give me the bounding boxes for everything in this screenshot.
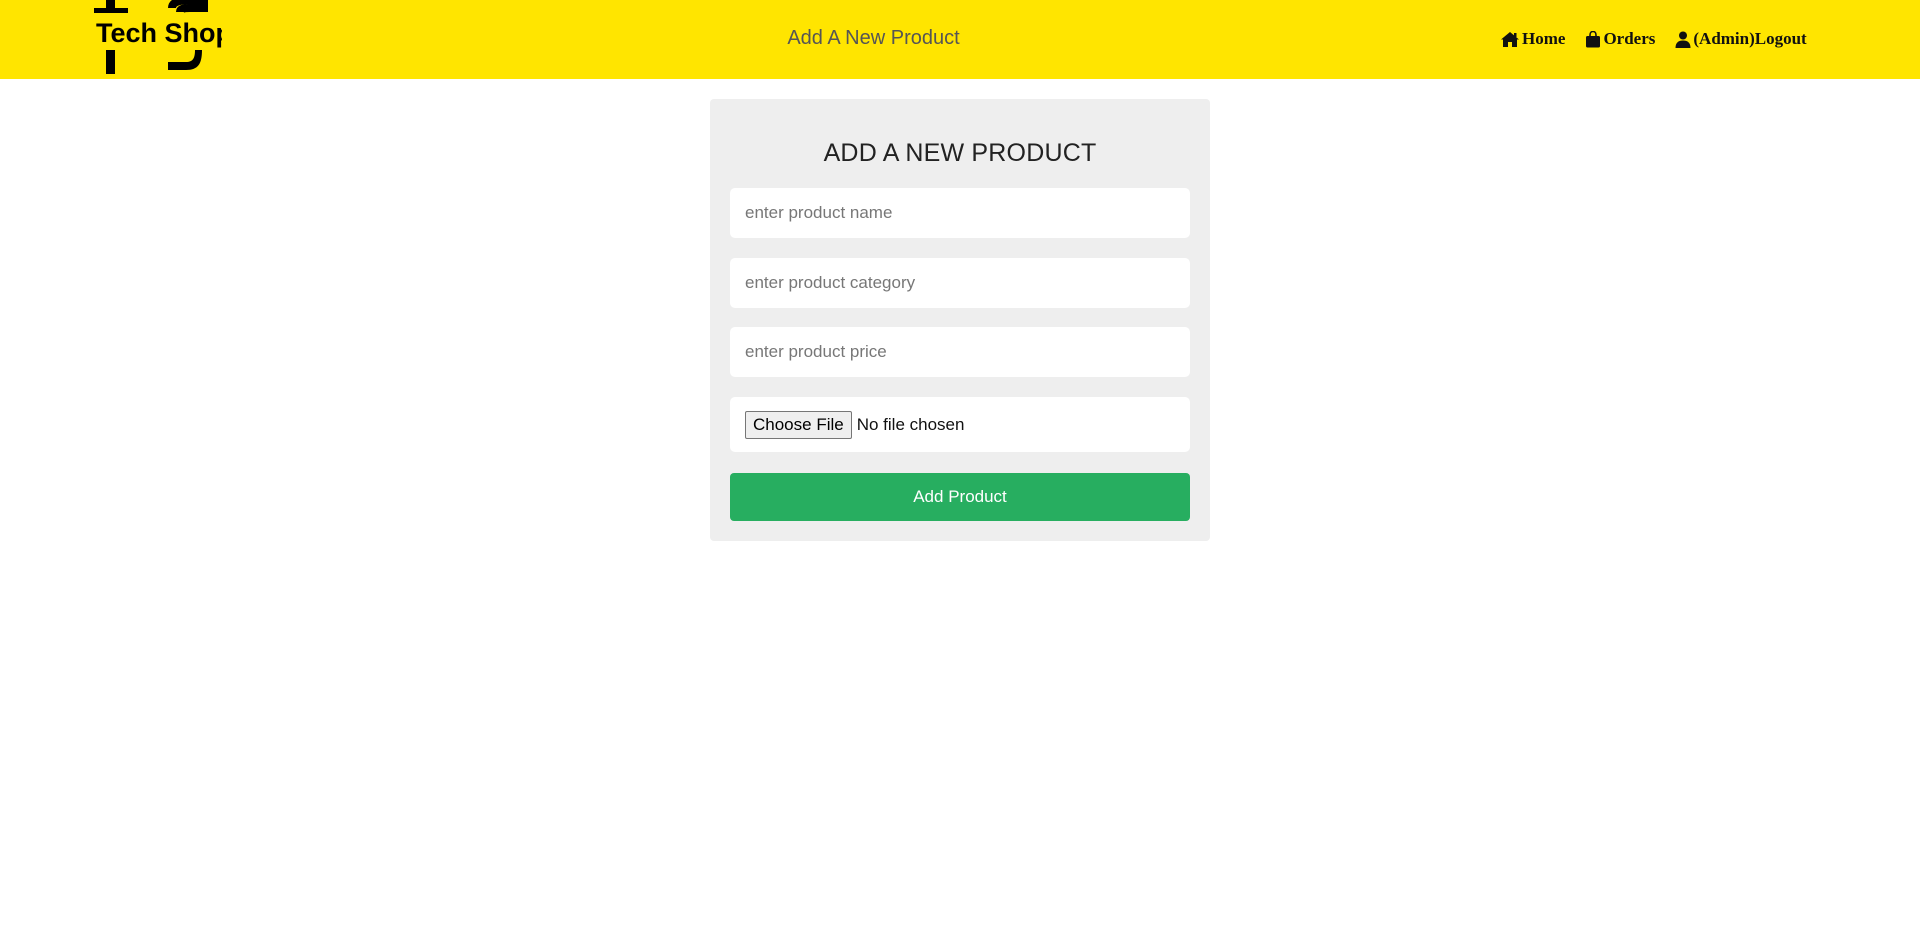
page-title: Add A New Product [787,27,960,49]
top-navbar: Tech Shop Add A New Product Home Orders [0,0,1920,79]
product-category-input[interactable] [730,258,1190,308]
product-image-file-input: Choose File No file chosen [730,397,1190,452]
nav-orders-label: Orders [1603,29,1656,48]
file-status-text: No file chosen [856,414,965,434]
product-price-input[interactable] [730,327,1190,377]
home-icon [1500,31,1520,48]
nav-links: Home Orders (Admin)Logout [1500,29,1807,49]
nav-logout-link[interactable]: (Admin)Logout [1675,29,1807,49]
user-icon [1675,31,1691,48]
nav-home-link[interactable]: Home [1500,29,1565,49]
nav-logout-label: (Admin)Logout [1693,29,1807,48]
add-product-form: ADD A NEW PRODUCT Choose File No file ch… [710,99,1210,541]
shopping-bag-icon [1585,30,1601,48]
form-heading: ADD A NEW PRODUCT [823,139,1097,167]
add-product-button[interactable]: Add Product [730,473,1190,521]
product-name-input[interactable] [730,188,1190,238]
choose-file-button[interactable]: Choose File [745,410,852,439]
nav-orders-link[interactable]: Orders [1585,29,1655,49]
nav-home-label: Home [1522,29,1566,48]
